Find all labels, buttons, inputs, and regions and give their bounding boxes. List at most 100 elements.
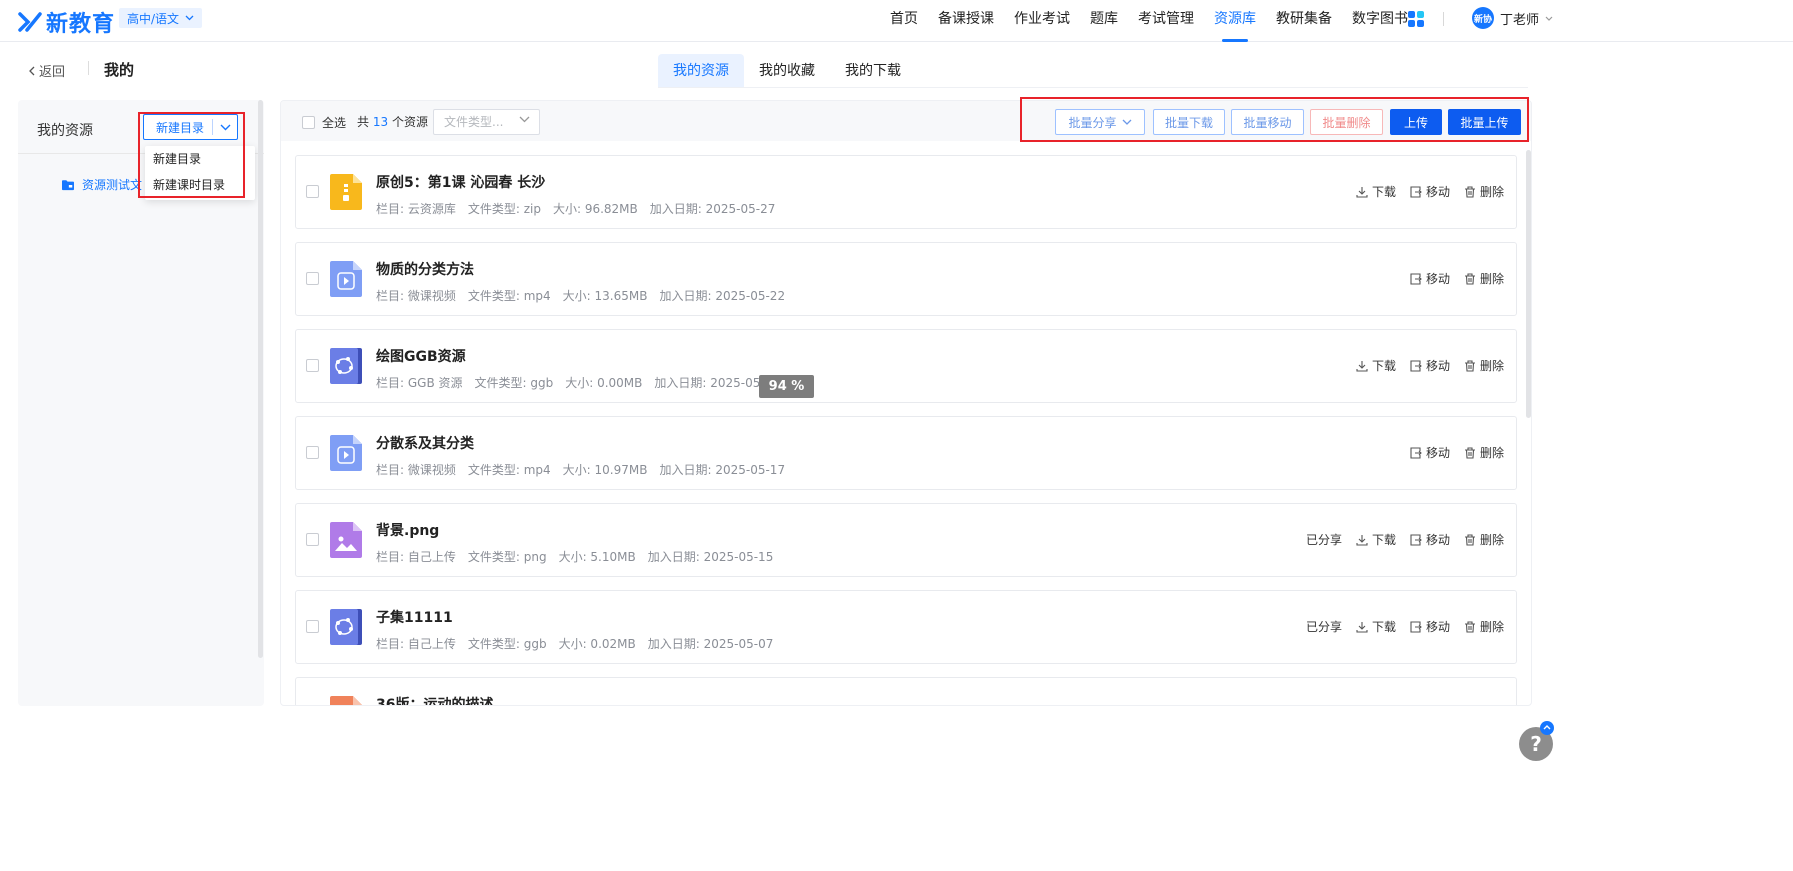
tab-my-resources[interactable]: 我的资源 (658, 54, 744, 88)
move-icon (1410, 359, 1422, 372)
nav-exam-management[interactable]: 考试管理 (1128, 0, 1204, 42)
resource-column: 栏目: 自己上传 (376, 550, 456, 564)
file-type-filter[interactable]: 文件类型... (433, 109, 540, 135)
folder-icon (62, 179, 74, 190)
nav-divider (1443, 12, 1444, 26)
resource-row[interactable]: 原创5：第1课 沁园春 长沙 栏目: 云资源库 文件类型: zip 大小: 96… (295, 155, 1517, 229)
resource-title[interactable]: 36版：运动的描述 (376, 694, 493, 705)
trash-icon (1464, 272, 1475, 285)
tabs-underline (658, 87, 1528, 88)
resource-row[interactable]: 背景.png 栏目: 自己上传 文件类型: png 大小: 5.10MB 加入日… (295, 503, 1517, 577)
resource-row[interactable]: 36版：运动的描述 (295, 677, 1517, 705)
level-select-value: 高中/语文 (127, 11, 180, 26)
row-actions: 下载 移动 删除 (1356, 183, 1504, 200)
move-icon (1410, 446, 1422, 459)
resource-meta: 栏目: 自己上传 文件类型: ggb 大小: 0.02MB 加入日期: 2025… (376, 635, 773, 652)
row-checkbox[interactable] (306, 446, 319, 459)
download-button[interactable]: 下载 (1356, 183, 1396, 200)
nav-lesson-prep[interactable]: 备课授课 (928, 0, 1004, 42)
move-button[interactable]: 移动 (1410, 357, 1450, 374)
resource-title[interactable]: 子集11111 (376, 607, 453, 627)
upload-progress-badge: 94 % (759, 375, 814, 398)
row-actions: 移动 删除 (1410, 270, 1504, 287)
resource-type: 文件类型: png (467, 550, 547, 564)
resource-meta: 栏目: GGB 资源 文件类型: ggb 大小: 0.00MB 加入日期: 20… (376, 374, 780, 391)
row-checkbox[interactable] (306, 620, 319, 633)
ppt-file-icon (330, 696, 362, 705)
resource-size: 大小: 13.65MB (562, 289, 648, 303)
resource-row[interactable]: 子集11111 栏目: 自己上传 文件类型: ggb 大小: 0.02MB 加入… (295, 590, 1517, 664)
nav-question-bank[interactable]: 题库 (1080, 0, 1128, 42)
trash-icon (1464, 185, 1475, 198)
resource-title[interactable]: 分散系及其分类 (376, 433, 474, 453)
row-actions: 下载 移动 删除 (1356, 357, 1504, 374)
delete-button[interactable]: 删除 (1464, 357, 1504, 374)
delete-button[interactable]: 删除 (1464, 618, 1504, 635)
resource-row[interactable]: 物质的分类方法 栏目: 微课视频 文件类型: mp4 大小: 13.65MB 加… (295, 242, 1517, 316)
directory-tree-label: 资源测试文 (81, 178, 142, 192)
nav-home[interactable]: 首页 (880, 0, 928, 42)
move-button[interactable]: 移动 (1410, 531, 1450, 548)
resource-title[interactable]: 原创5：第1课 沁园春 长沙 (376, 172, 545, 192)
resource-row[interactable]: 分散系及其分类 栏目: 微课视频 文件类型: mp4 大小: 10.97MB 加… (295, 416, 1517, 490)
delete-label: 删除 (1479, 359, 1504, 373)
resource-date: 加入日期: 2025-05-17 (659, 463, 786, 477)
move-button[interactable]: 移动 (1410, 270, 1450, 287)
logo-icon (18, 12, 42, 32)
trash-icon (1464, 620, 1475, 633)
select-all-checkbox[interactable]: 全选 (302, 114, 346, 131)
nav-digital-books[interactable]: 数字图书 (1342, 0, 1418, 42)
row-checkbox[interactable] (306, 272, 319, 285)
back-button[interactable]: 返回 (28, 61, 65, 80)
download-button[interactable]: 下载 (1356, 357, 1396, 374)
row-actions: 移动 删除 (1410, 444, 1504, 461)
resource-size: 大小: 10.97MB (562, 463, 648, 477)
resource-size: 大小: 0.02MB (558, 637, 636, 651)
tab-my-downloads[interactable]: 我的下载 (830, 54, 916, 88)
resource-title[interactable]: 背景.png (376, 520, 439, 540)
resource-column: 栏目: 云资源库 (376, 202, 456, 216)
ggb-file-icon (330, 348, 362, 384)
nav-resource-library[interactable]: 资源库 (1204, 0, 1266, 42)
delete-button[interactable]: 删除 (1464, 444, 1504, 461)
shared-status: 已分享 (1305, 533, 1342, 547)
logo[interactable]: 新教育 (18, 6, 115, 38)
delete-button[interactable]: 删除 (1464, 270, 1504, 287)
move-button[interactable]: 移动 (1410, 183, 1450, 200)
download-icon (1356, 534, 1368, 546)
nav-teaching-research[interactable]: 教研集备 (1266, 0, 1342, 42)
row-checkbox[interactable] (306, 185, 319, 198)
resource-type: 文件类型: ggb (474, 376, 554, 390)
resource-title[interactable]: 物质的分类方法 (376, 259, 474, 279)
level-select[interactable]: 高中/语文 (119, 8, 203, 28)
move-button[interactable]: 移动 (1410, 444, 1450, 461)
resource-row[interactable]: 绘图GGB资源 栏目: GGB 资源 文件类型: ggb 大小: 0.00MB … (295, 329, 1517, 403)
resource-size: 大小: 0.00MB (565, 376, 643, 390)
row-checkbox[interactable] (306, 533, 319, 546)
row-checkbox[interactable] (306, 359, 319, 372)
list-scrollbar[interactable] (1526, 150, 1531, 418)
delete-label: 删除 (1479, 533, 1504, 547)
download-button[interactable]: 下载 (1356, 531, 1396, 548)
tab-my-favorites[interactable]: 我的收藏 (744, 54, 830, 88)
directory-tree-node[interactable]: 资源测试文 (62, 176, 142, 193)
delete-button[interactable]: 删除 (1464, 531, 1504, 548)
sidebar-scrollbar[interactable] (258, 100, 263, 658)
video-file-icon (330, 261, 362, 297)
user-menu[interactable]: 新协 丁老师 (1472, 7, 1553, 29)
delete-label: 删除 (1479, 272, 1504, 286)
avatar: 新协 (1472, 7, 1494, 29)
move-button[interactable]: 移动 (1410, 618, 1450, 635)
resource-column: 栏目: GGB 资源 (376, 376, 463, 390)
delete-button[interactable]: 删除 (1464, 183, 1504, 200)
download-label: 下载 (1371, 185, 1396, 199)
download-icon (1356, 186, 1368, 198)
checkbox-icon (302, 116, 315, 129)
resource-title[interactable]: 绘图GGB资源 (376, 346, 466, 366)
move-label: 移动 (1425, 620, 1450, 634)
select-all-label: 全选 (322, 116, 347, 130)
nav-homework-exam[interactable]: 作业考试 (1004, 0, 1080, 42)
apps-grid-icon[interactable] (1408, 11, 1424, 27)
move-label: 移动 (1425, 185, 1450, 199)
download-button[interactable]: 下载 (1356, 618, 1396, 635)
